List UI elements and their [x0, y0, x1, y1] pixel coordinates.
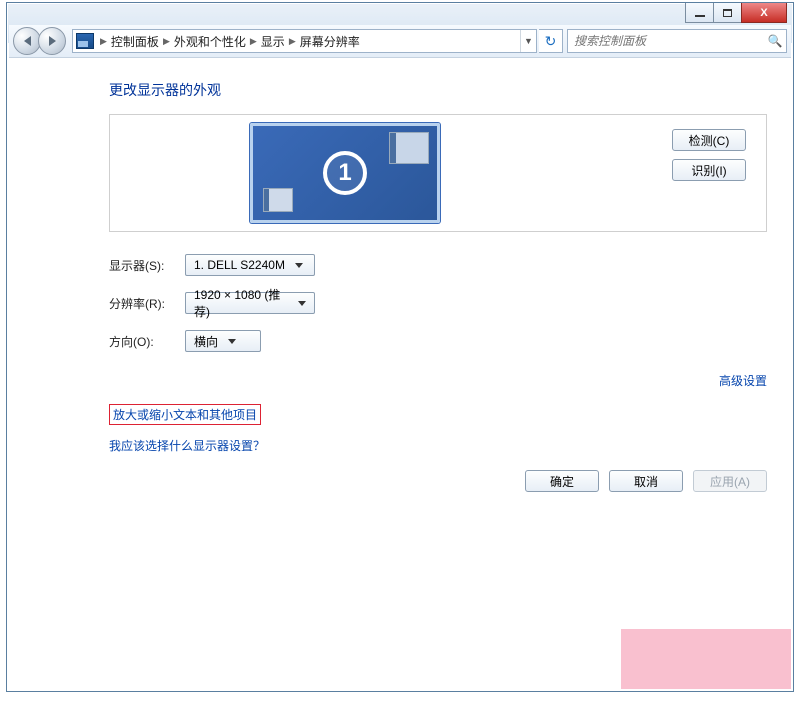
cancel-button[interactable]: 取消 [609, 470, 683, 492]
resolution-label: 分辨率(R): [109, 295, 185, 312]
display-label: 显示器(S): [109, 257, 185, 274]
nav-buttons [13, 27, 66, 55]
navigation-bar: ▶ 控制面板 ▶ 外观和个性化 ▶ 显示 ▶ 屏幕分辨率 ▼ ↻ 🔍 [9, 25, 791, 57]
zoom-text-link[interactable]: 放大或缩小文本和其他项目 [109, 404, 261, 425]
back-button[interactable] [13, 27, 41, 55]
orientation-dropdown[interactable]: 横向 [185, 330, 261, 352]
close-icon: X [760, 7, 767, 19]
resolution-value: 1920 × 1080 (推荐) [194, 286, 288, 320]
crumb-resolution[interactable]: 屏幕分辨率 [300, 33, 360, 50]
dialog-buttons: 确定 取消 应用(A) [525, 470, 767, 492]
preview-window-right [389, 132, 429, 164]
resolution-dropdown[interactable]: 1920 × 1080 (推荐) [185, 292, 315, 314]
display-preview-frame: 1 检测(C) 识别(I) [109, 114, 767, 232]
search-icon: 🔍 [764, 34, 786, 48]
search-input[interactable] [568, 34, 764, 48]
arrow-right-icon [49, 36, 56, 46]
chevron-right-icon: ▶ [289, 36, 296, 47]
orientation-label: 方向(O): [109, 333, 185, 350]
preview-window-left [263, 188, 293, 212]
orientation-row: 方向(O): 横向 [109, 330, 767, 352]
page-title: 更改显示器的外观 [109, 80, 767, 100]
control-panel-icon [76, 33, 94, 49]
resolution-row: 分辨率(R): 1920 × 1080 (推荐) [109, 292, 767, 314]
caption-bar: X [686, 3, 787, 23]
overlay-block [621, 629, 791, 689]
identify-button[interactable]: 识别(I) [672, 159, 746, 181]
search-box[interactable]: 🔍 [567, 29, 787, 53]
breadcrumb: ▶ 控制面板 ▶ 外观和个性化 ▶ 显示 ▶ 屏幕分辨率 [94, 33, 520, 50]
chevron-right-icon: ▶ [163, 36, 170, 47]
detect-button[interactable]: 检测(C) [672, 129, 746, 151]
forward-button[interactable] [38, 27, 66, 55]
monitor-preview[interactable]: 1 [250, 123, 440, 223]
close-button[interactable]: X [741, 3, 787, 23]
chevron-down-icon [228, 339, 236, 344]
maximize-button[interactable] [713, 3, 742, 23]
window-frame: X ▶ 控制面板 ▶ 外观和个性化 ▶ 显示 ▶ 屏幕分辨率 ▼ ↻ 🔍 [6, 2, 794, 692]
monitor-number-badge: 1 [323, 151, 367, 195]
ok-button[interactable]: 确定 [525, 470, 599, 492]
refresh-icon: ↻ [545, 33, 557, 50]
advanced-settings-link[interactable]: 高级设置 [719, 372, 767, 389]
chevron-down-icon [298, 301, 306, 306]
address-bar[interactable]: ▶ 控制面板 ▶ 外观和个性化 ▶ 显示 ▶ 屏幕分辨率 ▼ [72, 29, 537, 53]
arrow-left-icon [24, 36, 31, 46]
chevron-right-icon: ▶ [250, 36, 257, 47]
chevron-down-icon [295, 263, 303, 268]
address-dropdown[interactable]: ▼ [520, 30, 536, 52]
minimize-icon [695, 15, 705, 17]
minimize-button[interactable] [685, 3, 714, 23]
apply-button: 应用(A) [693, 470, 767, 492]
crumb-display[interactable]: 显示 [261, 33, 285, 50]
display-value: 1. DELL S2240M [194, 258, 285, 272]
crumb-control-panel[interactable]: 控制面板 [111, 33, 159, 50]
display-dropdown[interactable]: 1. DELL S2240M [185, 254, 315, 276]
chevron-right-icon: ▶ [100, 36, 107, 47]
which-settings-link[interactable]: 我应该选择什么显示器设置？ [109, 437, 767, 454]
content-area: 更改显示器的外观 1 检测(C) 识别(I) 显示器(S): 1. DELL S… [9, 57, 791, 689]
refresh-button[interactable]: ↻ [539, 29, 563, 53]
crumb-appearance[interactable]: 外观和个性化 [174, 33, 246, 50]
maximize-icon [723, 9, 732, 17]
display-row: 显示器(S): 1. DELL S2240M [109, 254, 767, 276]
orientation-value: 横向 [194, 333, 218, 350]
